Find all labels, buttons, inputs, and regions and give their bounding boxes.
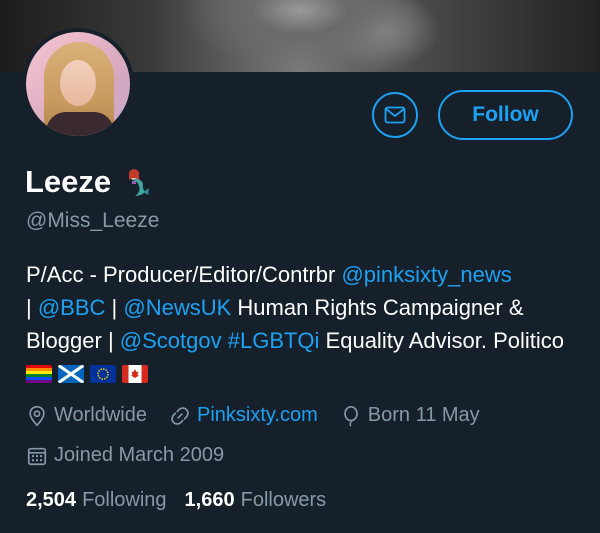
hashtag-lgbtqi-link[interactable]: #LGBTQi: [228, 328, 320, 353]
link-icon: [171, 406, 189, 425]
profile-meta-row-1: Worldwide Pinksixty.com Born 11 May: [26, 404, 502, 427]
followers-count: 1,660: [184, 489, 235, 511]
follow-button[interactable]: Follow: [438, 90, 573, 140]
handle: @Miss_Leeze: [26, 209, 160, 232]
joined-item: Joined March 2009: [26, 444, 224, 467]
eu-flag-icon: [90, 365, 116, 383]
birthday-item: Born 11 May: [340, 404, 480, 427]
following-count: 2,504: [26, 489, 77, 511]
following-label: Following: [82, 489, 167, 511]
scotland-flag-icon: [58, 365, 84, 383]
mention-scotgov-link[interactable]: @Scotgov: [120, 328, 222, 353]
mention-newsuk-link[interactable]: @NewsUK: [123, 295, 231, 320]
mention-pinksixty-news-link[interactable]: @pinksixty_news: [341, 262, 511, 287]
profile-page: Follow Leeze @Miss_Leeze P/Acc - Produce…: [0, 0, 600, 533]
profile-meta-row-2: Joined March 2009: [26, 444, 246, 467]
website-link[interactable]: Pinksixty.com: [197, 404, 318, 427]
avatar-photo: [26, 32, 130, 136]
mention-bbc-link[interactable]: @BBC: [38, 295, 106, 320]
balloon-icon: [343, 405, 358, 427]
envelope-icon: [384, 106, 406, 124]
birthday-text: Born 11 May: [367, 404, 480, 426]
avatar[interactable]: [22, 28, 134, 140]
rainbow-flag-icon: [26, 365, 52, 383]
location-pin-icon: [29, 405, 45, 426]
message-button[interactable]: [372, 92, 418, 138]
followers-label: Followers: [240, 489, 327, 511]
location-item: Worldwide: [26, 404, 147, 427]
canada-flag-icon: [122, 365, 148, 383]
followers-stat[interactable]: 1,660 Followers: [185, 489, 327, 512]
following-stat[interactable]: 2,504 Following: [26, 489, 167, 512]
calendar-icon: [27, 447, 47, 465]
mermaid-icon: [129, 169, 150, 196]
follow-stats: 2,504 Following 1,660 Followers: [26, 489, 344, 512]
website-item[interactable]: Pinksixty.com: [169, 404, 318, 427]
joined-text: Joined March 2009: [54, 444, 225, 466]
display-name: Leeze: [25, 164, 112, 199]
bio: P/Acc - Producer/Editor/Contrbr @pinksix…: [26, 258, 586, 390]
name-row: Leeze: [25, 160, 153, 204]
location-text: Worldwide: [54, 404, 147, 426]
